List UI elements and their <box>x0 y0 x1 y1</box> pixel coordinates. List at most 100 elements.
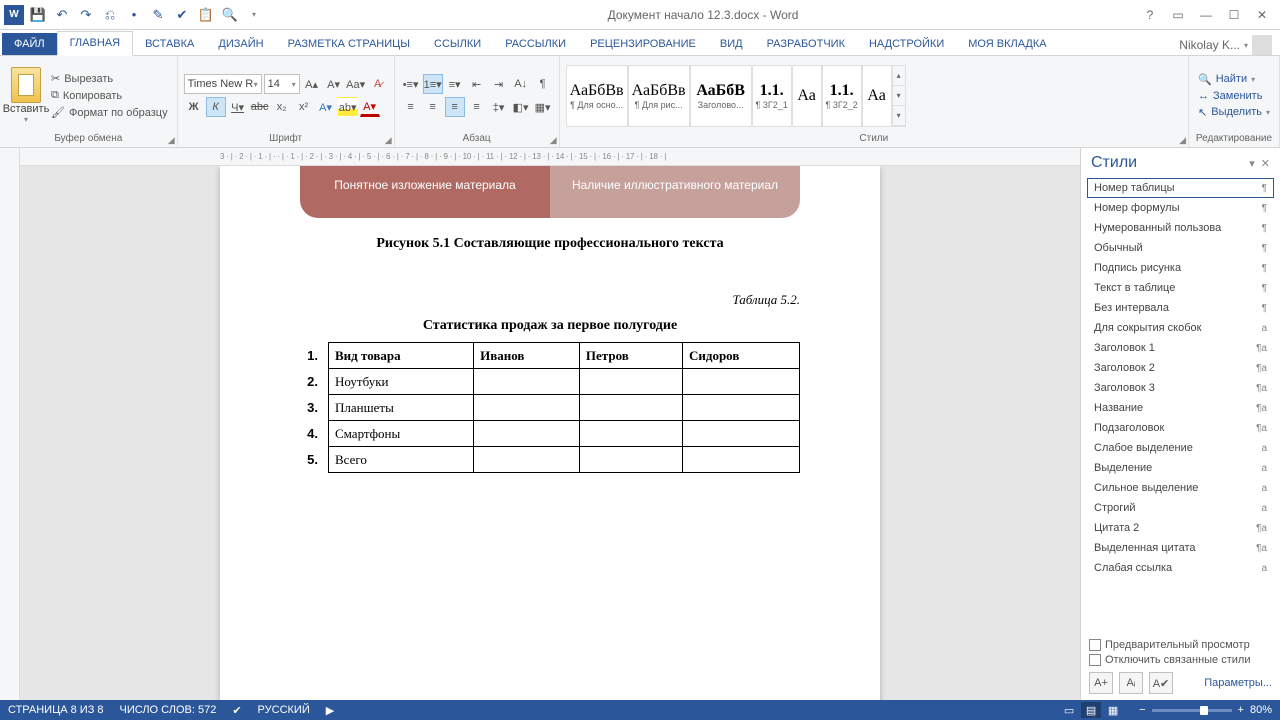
table-cell[interactable]: Ноутбуки <box>329 369 474 395</box>
style-list-item[interactable]: Слабая ссылкаa <box>1087 558 1274 578</box>
spellcheck-icon[interactable]: ✔ <box>232 704 241 717</box>
increase-indent-button[interactable]: ⇥ <box>489 74 509 94</box>
tab-view[interactable]: ВИД <box>708 33 755 55</box>
smartart-graphic[interactable]: Понятное изложение материала Наличие илл… <box>300 166 800 218</box>
style-inspector-button[interactable]: Aᵢ <box>1119 672 1143 694</box>
style-list-item[interactable]: Подзаголовок¶a <box>1087 418 1274 438</box>
dialog-launcher-icon[interactable]: ◢ <box>385 135 392 146</box>
table-header[interactable]: Сидоров <box>683 343 800 369</box>
table-row[interactable]: Ноутбуки <box>329 369 800 395</box>
font-color-button[interactable]: A▾ <box>360 97 380 117</box>
table-row[interactable]: Вид товара Иванов Петров Сидоров <box>329 343 800 369</box>
table-cell[interactable]: Всего <box>329 447 474 473</box>
align-center-button[interactable]: ≡ <box>423 97 443 117</box>
style-list-item[interactable]: Текст в таблице¶ <box>1087 278 1274 298</box>
paste-button[interactable]: Вставить ▾ <box>6 67 46 124</box>
qat-icon[interactable]: • <box>124 5 144 25</box>
style-list-item[interactable]: Обычный¶ <box>1087 238 1274 258</box>
table-cell[interactable] <box>474 447 580 473</box>
tab-custom[interactable]: МОЯ ВКЛАДКА <box>956 33 1058 55</box>
multilevel-button[interactable]: ≡▾ <box>445 74 465 94</box>
expand-icon[interactable]: ▾ <box>893 106 905 126</box>
style-list-item[interactable]: Нумерованный пользова¶ <box>1087 218 1274 238</box>
document-area[interactable]: Понятное изложение материала Наличие илл… <box>20 166 1080 700</box>
scroll-up-icon[interactable]: ▴ <box>893 66 905 86</box>
style-list-item[interactable]: Выделенная цитата¶a <box>1087 538 1274 558</box>
ribbon-options-icon[interactable]: ▭ <box>1166 5 1190 25</box>
zoom-in-icon[interactable]: + <box>1238 704 1244 716</box>
style-list-item[interactable]: Для сокрытия скобокa <box>1087 318 1274 338</box>
chevron-down-icon[interactable]: ▾ <box>24 115 28 124</box>
table-row[interactable]: Планшеты <box>329 395 800 421</box>
style-list-item[interactable]: Сильное выделениеa <box>1087 478 1274 498</box>
style-list-item[interactable]: Номер формулы¶ <box>1087 198 1274 218</box>
table-cell[interactable] <box>579 421 682 447</box>
table-cell[interactable] <box>683 395 800 421</box>
styles-gallery[interactable]: АаБбВв¶ Для осно... АаБбВв¶ Для рис... А… <box>566 63 906 129</box>
zoom-slider[interactable] <box>1152 709 1232 712</box>
align-left-button[interactable]: ≡ <box>401 97 421 117</box>
replace-button[interactable]: ↔Заменить <box>1195 89 1273 103</box>
zoom-out-icon[interactable]: − <box>1139 704 1145 716</box>
table-header[interactable]: Петров <box>579 343 682 369</box>
tab-insert[interactable]: ВСТАВКА <box>133 33 206 55</box>
dialog-launcher-icon[interactable]: ◢ <box>550 135 557 146</box>
undo-icon[interactable]: ↶ <box>52 5 72 25</box>
tab-addins[interactable]: НАДСТРОЙКИ <box>857 33 956 55</box>
style-item[interactable]: 1.1.¶ 3Г2_2 <box>822 65 862 127</box>
bold-button[interactable]: Ж <box>184 97 204 117</box>
style-item[interactable]: АаБбВв¶ Для рис... <box>628 65 690 127</box>
table-title[interactable]: Статистика продаж за первое полугодие <box>300 318 800 334</box>
params-link[interactable]: Параметры... <box>1204 677 1272 689</box>
show-marks-button[interactable]: ¶ <box>533 74 553 94</box>
maximize-icon[interactable]: ☐ <box>1222 5 1246 25</box>
borders-button[interactable]: ▦▾ <box>533 97 553 117</box>
subscript-button[interactable]: x₂ <box>272 97 292 117</box>
style-list-item[interactable]: Заголовок 1¶a <box>1087 338 1274 358</box>
find-button[interactable]: 🔍Найти▾ <box>1195 72 1273 87</box>
scroll-down-icon[interactable]: ▾ <box>893 86 905 106</box>
table-cell[interactable] <box>683 421 800 447</box>
sort-button[interactable]: A↓ <box>511 74 531 94</box>
qat-icon[interactable]: 🔍 <box>220 5 240 25</box>
table-row[interactable]: Всего <box>329 447 800 473</box>
shrink-font-button[interactable]: A▾ <box>324 74 344 94</box>
style-list-item[interactable]: Номер таблицы¶ <box>1087 178 1274 198</box>
bullets-button[interactable]: •≡▾ <box>401 74 421 94</box>
figure-caption[interactable]: Рисунок 5.1 Составляющие профессионально… <box>300 236 800 252</box>
font-name-combo[interactable]: Times New R▾ <box>184 74 262 94</box>
line-spacing-button[interactable]: ‡▾ <box>489 97 509 117</box>
copy-button[interactable]: ⧉Копировать <box>48 88 171 103</box>
style-list-item[interactable]: Слабое выделениеa <box>1087 438 1274 458</box>
macro-icon[interactable]: ▶ <box>326 704 334 717</box>
horizontal-ruler[interactable]: 3 · | · 2 · | · 1 · | · · | · 1 · | · 2 … <box>20 148 1080 166</box>
close-icon[interactable]: ✕ <box>1261 157 1270 170</box>
numbering-button[interactable]: 1≡▾ <box>423 74 443 94</box>
style-item[interactable]: АаБбВв¶ Для осно... <box>566 65 628 127</box>
table-header[interactable]: Иванов <box>474 343 580 369</box>
manage-styles-button[interactable]: A✔ <box>1149 672 1173 694</box>
zoom-thumb[interactable] <box>1200 706 1208 715</box>
zoom-control[interactable]: − + 80% <box>1139 704 1272 716</box>
italic-button[interactable]: К <box>206 97 226 117</box>
qat-icon[interactable]: ✎ <box>148 5 168 25</box>
tab-references[interactable]: ССЫЛКИ <box>422 33 493 55</box>
cut-button[interactable]: ✂Вырезать <box>48 71 171 86</box>
tab-developer[interactable]: РАЗРАБОТЧИК <box>755 33 857 55</box>
font-size-combo[interactable]: 14▾ <box>264 74 300 94</box>
dialog-launcher-icon[interactable]: ◢ <box>168 135 175 146</box>
zoom-value[interactable]: 80% <box>1250 704 1272 716</box>
strike-button[interactable]: abc <box>250 97 270 117</box>
style-list-item[interactable]: Название¶a <box>1087 398 1274 418</box>
redo-icon[interactable]: ↷ <box>76 5 96 25</box>
grow-font-button[interactable]: A▴ <box>302 74 322 94</box>
styles-list[interactable]: Номер таблицы¶Номер формулы¶Нумерованный… <box>1081 178 1280 633</box>
new-style-button[interactable]: A+ <box>1089 672 1113 694</box>
table-cell[interactable] <box>683 369 800 395</box>
table-row[interactable]: Смартфоны <box>329 421 800 447</box>
page-indicator[interactable]: СТРАНИЦА 8 ИЗ 8 <box>8 704 104 716</box>
styles-scroll[interactable]: ▴▾▾ <box>892 65 906 127</box>
table-cell[interactable] <box>579 395 682 421</box>
qat-more-icon[interactable]: ▾ <box>244 5 264 25</box>
style-list-item[interactable]: Выделениеa <box>1087 458 1274 478</box>
